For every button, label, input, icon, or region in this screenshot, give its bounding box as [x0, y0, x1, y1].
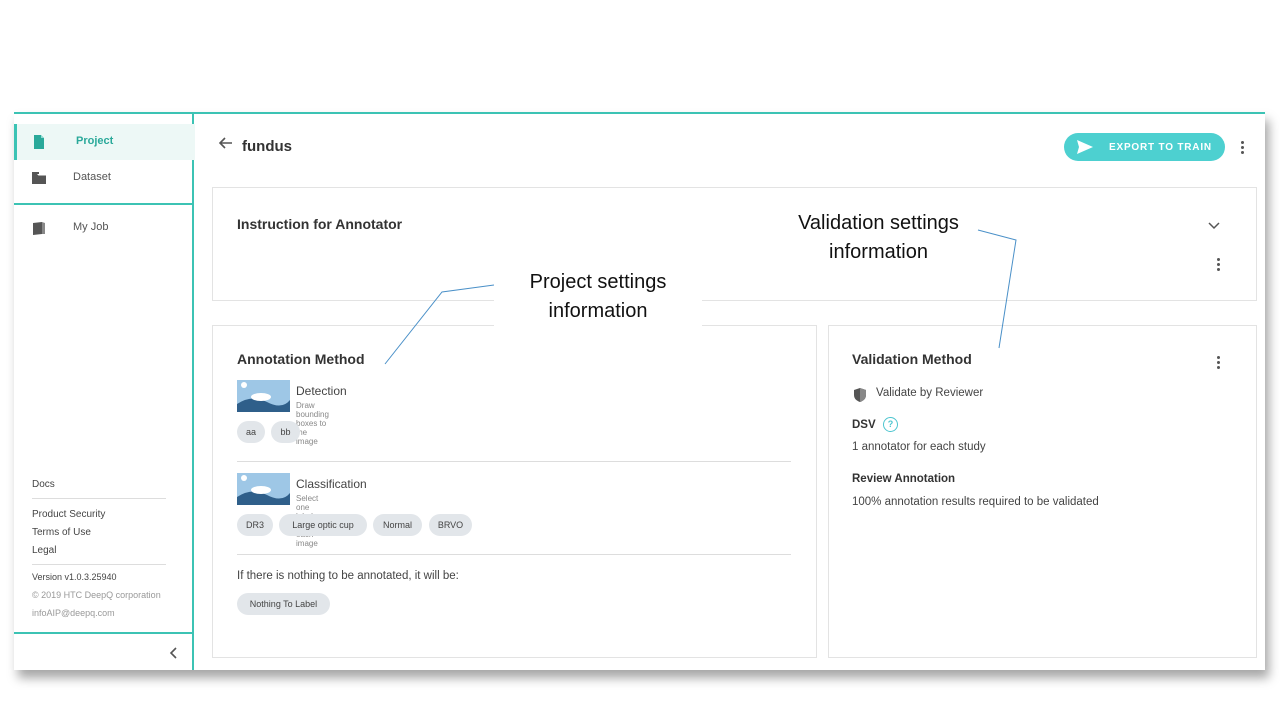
file-icon	[34, 135, 44, 149]
sidebar-item-label: My Job	[73, 221, 109, 233]
footer-divider	[32, 498, 166, 499]
review-annotation-value: 100% annotation results required to be v…	[852, 496, 1099, 508]
callout-line-1: Validation settings	[798, 212, 959, 234]
docs-link[interactable]: Docs	[32, 479, 55, 490]
validation-settings-callout: Validation settings information	[776, 209, 981, 267]
dsv-label: DSV	[852, 419, 876, 431]
validate-by-text: Validate by Reviewer	[876, 387, 984, 399]
method-description: Draw bounding boxes to the image	[296, 401, 329, 446]
export-label: EXPORT TO TRAIN	[1109, 142, 1212, 153]
label-chip: BRVO	[429, 514, 472, 536]
label-chip: aa	[237, 421, 265, 443]
method-name: Classification	[296, 477, 367, 491]
send-icon	[1077, 140, 1093, 154]
sidebar-item-label: Dataset	[73, 171, 111, 183]
label-chip: DR3	[237, 514, 273, 536]
sidebar-item-my-job[interactable]: My Job	[14, 210, 192, 246]
divider	[237, 461, 791, 462]
book-icon	[33, 222, 45, 235]
dsv-value: 1 annotator for each study	[852, 441, 986, 453]
more-options-icon[interactable]	[1217, 354, 1221, 371]
sidebar-item-project[interactable]: Project	[14, 124, 195, 160]
label-chip: bb	[271, 421, 300, 443]
callout-line-2: information	[829, 241, 928, 263]
page-title: fundus	[242, 138, 292, 155]
review-annotation-label: Review Annotation	[852, 473, 956, 485]
contact-email: infoAIP@deepq.com	[32, 608, 115, 618]
chevron-left-icon[interactable]	[169, 647, 179, 659]
sidebar-bottom-divider	[14, 632, 192, 634]
chevron-down-icon[interactable]	[1208, 220, 1220, 230]
method-thumbnail	[237, 473, 290, 505]
main-content: fundus EXPORT TO TRAIN Instruction for A…	[194, 114, 1265, 670]
sidebar-item-label: Project	[76, 135, 114, 147]
validation-method-card: Validation Method Validate by Reviewer D…	[828, 325, 1257, 658]
validation-method-title: Validation Method	[852, 351, 972, 367]
product-security-link[interactable]: Product Security	[32, 509, 105, 520]
copyright-text: © 2019 HTC DeepQ corporation	[32, 590, 161, 600]
annotation-method-title: Annotation Method	[237, 351, 365, 367]
more-options-icon[interactable]	[1241, 139, 1245, 156]
folder-icon	[32, 172, 46, 184]
divider	[237, 554, 791, 555]
app-window: Project Dataset My Job Docs Product Secu…	[14, 112, 1265, 670]
footer-divider	[32, 564, 166, 565]
nothing-to-annotate-text: If there is nothing to be annotated, it …	[237, 570, 459, 582]
callout-line-2: information	[548, 300, 648, 322]
label-chip: Normal	[373, 514, 422, 536]
nothing-to-label-chip: Nothing To Label	[237, 593, 330, 615]
version-text: Version v1.0.3.25940	[32, 572, 117, 582]
method-name: Detection	[296, 384, 347, 398]
callout-line-1: Project settings	[529, 271, 667, 293]
terms-of-use-link[interactable]: Terms of Use	[32, 527, 91, 538]
instruction-card: Instruction for Annotator	[212, 187, 1257, 301]
instruction-title: Instruction for Annotator	[237, 216, 403, 232]
shield-icon	[854, 388, 866, 402]
sidebar-divider	[14, 203, 192, 205]
back-arrow-icon[interactable]	[217, 136, 233, 150]
annotation-method-card: Annotation Method Detection Draw boundin…	[212, 325, 817, 658]
more-options-icon[interactable]	[1217, 256, 1221, 273]
sidebar: Project Dataset My Job Docs Product Secu…	[14, 114, 195, 670]
method-thumbnail	[237, 380, 290, 412]
legal-link[interactable]: Legal	[32, 545, 56, 556]
help-icon[interactable]: ?	[883, 417, 898, 432]
project-settings-callout: Project settings information	[494, 268, 702, 326]
label-chip: Large optic cup	[279, 514, 367, 536]
export-to-train-button[interactable]: EXPORT TO TRAIN	[1064, 133, 1225, 161]
sidebar-item-dataset[interactable]: Dataset	[14, 160, 192, 196]
